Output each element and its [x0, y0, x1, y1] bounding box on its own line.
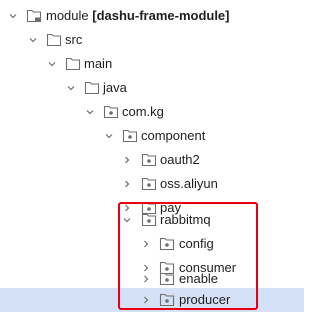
folder-icon [46, 33, 62, 47]
tree-label: module [dashu-frame-module] [46, 4, 230, 28]
tree-row-component[interactable]: component [0, 124, 304, 148]
chevron-down-icon[interactable] [103, 124, 115, 148]
tree-row-config[interactable]: config [0, 232, 304, 256]
module-folder-icon [26, 9, 42, 23]
package-icon [159, 272, 175, 286]
tree-label: src [65, 32, 83, 47]
tree-row-producer[interactable]: producer [0, 288, 304, 312]
chevron-down-icon[interactable] [7, 4, 19, 28]
package-icon [122, 129, 138, 143]
tree-label: com.kg [122, 104, 164, 119]
chevron-right-icon[interactable] [121, 172, 133, 196]
tree-label: oauth2 [160, 152, 200, 167]
tree-label: main [84, 56, 113, 71]
tree-label: oss.aliyun [160, 176, 218, 191]
tree-row-rabbitmq[interactable]: rabbitmq [0, 208, 304, 232]
tree-row-src[interactable]: src [0, 28, 304, 52]
source-root-folder-icon [84, 81, 100, 95]
tree-row-module[interactable]: module [dashu-frame-module] [0, 4, 304, 28]
package-icon [159, 237, 175, 251]
package-icon [141, 153, 157, 167]
chevron-right-icon[interactable] [140, 288, 152, 312]
chevron-down-icon[interactable] [121, 208, 133, 232]
tree-row-com-kg[interactable]: com.kg [0, 100, 304, 124]
folder-icon [65, 57, 81, 71]
tree-row-oauth2[interactable]: oauth2 [0, 148, 304, 172]
package-icon [103, 105, 119, 119]
tree-label: config [179, 236, 214, 251]
tree-label: java [103, 80, 127, 95]
package-icon [141, 213, 157, 227]
tree-row-java[interactable]: java [0, 76, 304, 100]
chevron-down-icon[interactable] [65, 76, 77, 100]
tree-row-main[interactable]: main [0, 52, 304, 76]
module-name: module [46, 8, 89, 23]
tree-label: producer [179, 292, 231, 307]
tree-row-oss-aliyun[interactable]: oss.aliyun [0, 172, 304, 196]
module-qualifier: [dashu-frame-module] [92, 8, 230, 23]
tree-label: component [141, 128, 206, 143]
chevron-down-icon[interactable] [27, 28, 39, 52]
package-icon [159, 293, 175, 307]
chevron-down-icon[interactable] [84, 100, 96, 124]
chevron-down-icon[interactable] [46, 52, 58, 76]
chevron-right-icon[interactable] [121, 148, 133, 172]
package-icon [141, 177, 157, 191]
chevron-right-icon[interactable] [140, 232, 152, 256]
tree-label: rabbitmq [160, 212, 211, 227]
